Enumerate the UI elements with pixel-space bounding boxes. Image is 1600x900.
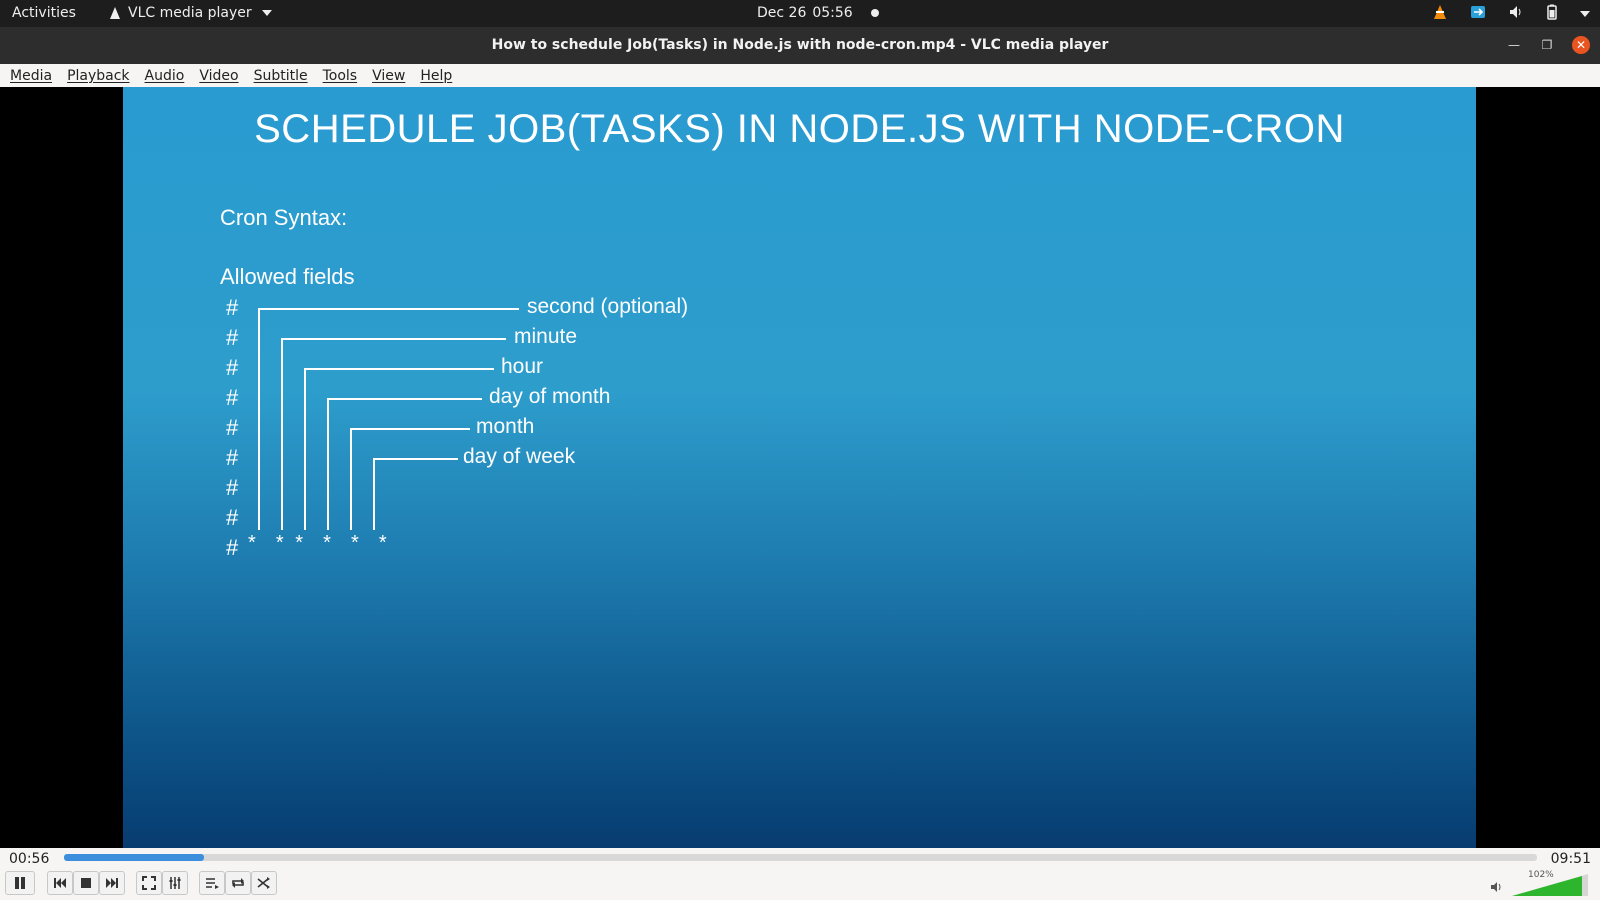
previous-icon <box>54 878 66 888</box>
volume-icon[interactable] <box>1508 4 1524 24</box>
cron-diagram-lines <box>258 308 519 530</box>
minimize-icon[interactable]: — <box>1505 36 1523 54</box>
network-icon[interactable] <box>1470 4 1486 24</box>
pause-button[interactable] <box>5 871 35 895</box>
hash-line: # <box>226 415 239 440</box>
stop-button[interactable] <box>73 871 99 895</box>
app-menu[interactable]: VLC media player <box>108 5 272 21</box>
notification-dot <box>870 9 879 17</box>
hash-line: # <box>226 475 239 500</box>
field-label: second (optional) <box>527 295 689 318</box>
menu-view[interactable]: View <box>372 68 405 84</box>
next-button[interactable] <box>99 871 125 895</box>
clock-date: Dec 26 <box>757 5 807 21</box>
video-area[interactable]: SCHEDULE JOB(TASKS) IN NODE.JS WITH NODE… <box>0 87 1600 848</box>
battery-icon[interactable] <box>1546 4 1558 24</box>
pause-icon <box>15 877 25 889</box>
loop-button[interactable] <box>225 871 251 895</box>
menu-video[interactable]: Video <box>199 68 238 84</box>
stop-icon <box>81 878 91 888</box>
playlist-icon <box>206 878 219 889</box>
menu-subtitle[interactable]: Subtitle <box>254 68 308 84</box>
window-title-bar[interactable]: How to schedule Job(Tasks) in Node.js wi… <box>0 27 1600 64</box>
elapsed-time: 00:56 <box>9 851 50 867</box>
hash-line: # <box>226 295 239 320</box>
hash-line: # <box>226 325 239 350</box>
cron-stars: * * * * * * <box>248 532 390 554</box>
playlist-button[interactable] <box>199 871 225 895</box>
field-label: month <box>476 415 535 438</box>
vlc-tray-icon[interactable] <box>1432 4 1448 24</box>
video-frame: SCHEDULE JOB(TASKS) IN NODE.JS WITH NODE… <box>123 87 1476 848</box>
field-label: day of week <box>463 445 576 468</box>
power-menu-chevron-icon[interactable] <box>1580 6 1590 22</box>
menu-media[interactable]: Media <box>10 68 52 84</box>
clock-time: 05:56 <box>812 5 853 21</box>
loop-icon <box>232 878 244 888</box>
field-label: minute <box>514 325 578 348</box>
equalizer-icon <box>169 877 181 889</box>
system-tray[interactable] <box>1432 4 1590 24</box>
speaker-icon <box>1491 882 1501 892</box>
maximize-icon[interactable]: ❐ <box>1538 36 1556 54</box>
app-menu-label: VLC media player <box>128 5 252 21</box>
hash-line: # <box>226 505 239 530</box>
field-label: day of month <box>489 385 611 408</box>
shuffle-icon <box>257 877 270 889</box>
shuffle-button[interactable] <box>251 871 277 895</box>
hash-line: # <box>226 355 239 380</box>
volume-slider[interactable]: 102% <box>1490 870 1590 896</box>
menu-help[interactable]: Help <box>420 68 452 84</box>
seek-bar-fill <box>64 854 204 861</box>
total-time: 09:51 <box>1550 851 1591 867</box>
volume-level-icon <box>1512 874 1588 896</box>
previous-button[interactable] <box>47 871 73 895</box>
extended-settings-button[interactable] <box>162 871 188 895</box>
close-icon[interactable]: ✕ <box>1572 36 1590 54</box>
menu-playback[interactable]: Playback <box>67 68 129 84</box>
hash-line: # <box>226 535 239 560</box>
hash-line: # <box>226 445 239 470</box>
fullscreen-button[interactable] <box>136 871 162 895</box>
menu-bar: Media Playback Audio Video Subtitle Tool… <box>0 64 1600 87</box>
activities-button[interactable]: Activities <box>12 5 76 21</box>
field-label: hour <box>501 355 544 378</box>
chevron-down-icon <box>261 10 272 16</box>
hash-line: # <box>226 385 239 410</box>
window-title: How to schedule Job(Tasks) in Node.js wi… <box>491 37 1109 53</box>
system-top-bar: Activities VLC media player Dec 26 05:56 <box>0 0 1600 27</box>
seek-bar[interactable] <box>64 854 1537 861</box>
next-icon <box>106 878 118 888</box>
menu-tools[interactable]: Tools <box>323 68 358 84</box>
vlc-cone-icon <box>108 6 122 20</box>
fullscreen-icon <box>142 876 156 890</box>
clock[interactable]: Dec 26 05:56 <box>757 5 879 21</box>
menu-audio[interactable]: Audio <box>145 68 185 84</box>
playback-controls: 00:56 09:51 102% <box>0 848 1600 900</box>
